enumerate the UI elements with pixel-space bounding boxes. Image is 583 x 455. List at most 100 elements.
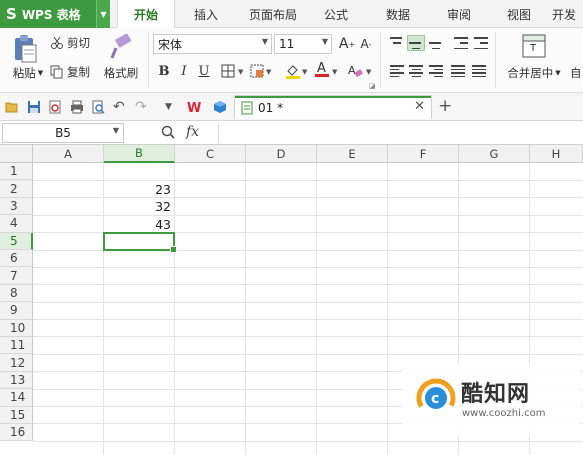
underline-button[interactable]: U <box>195 62 213 80</box>
align-center-icon[interactable] <box>408 64 424 78</box>
zoom-search-icon[interactable] <box>160 124 176 143</box>
italic-button[interactable]: I <box>175 62 193 80</box>
name-box[interactable]: B5 ▼ <box>2 123 124 143</box>
print-icon[interactable] <box>70 100 84 114</box>
new-tab-icon[interactable]: + <box>438 96 452 116</box>
increase-font-size-icon[interactable]: A + <box>338 35 356 53</box>
app-menu-button[interactable]: S WPS 表格 <box>0 0 96 28</box>
row-header-14[interactable]: 14 <box>0 389 33 407</box>
align-bottom-icon[interactable] <box>428 36 444 50</box>
close-icon[interactable]: ✕ <box>414 99 425 114</box>
increase-indent-icon[interactable] <box>473 36 489 50</box>
justify-icon[interactable] <box>450 64 466 78</box>
save-icon[interactable] <box>27 100 41 114</box>
align-middle-icon[interactable] <box>407 35 425 51</box>
auto-wrap-button[interactable]: 自 <box>570 65 583 81</box>
document-tab[interactable]: 01 * ✕ <box>234 95 432 119</box>
font-color-icon[interactable]: A <box>313 60 331 78</box>
bold-button[interactable]: B <box>155 62 173 80</box>
column-header-h[interactable]: H <box>530 145 583 163</box>
export-pdf-icon[interactable] <box>48 100 62 114</box>
clear-format-icon[interactable]: A <box>346 62 364 80</box>
row-header-6[interactable]: 6 <box>0 250 33 268</box>
tab-home[interactable]: 开始 <box>117 0 175 29</box>
distributed-align-icon[interactable] <box>471 64 487 78</box>
row-header-16[interactable]: 16 <box>0 424 33 442</box>
insert-function-button[interactable]: fx <box>186 124 199 140</box>
fill-color-icon[interactable] <box>284 62 302 80</box>
column-header-a[interactable]: A <box>33 145 104 163</box>
grid-line <box>387 163 388 455</box>
row-header-9[interactable]: 9 <box>0 302 33 320</box>
cell-b2[interactable]: 23 <box>104 181 174 198</box>
watermark: c 酷知网 www.coozhi.com <box>402 365 580 435</box>
paste-button[interactable]: 粘贴 ▼ <box>8 65 48 81</box>
cell-b4[interactable]: 43 <box>104 216 174 233</box>
grid-line <box>33 336 583 337</box>
chevron-down-icon[interactable]: ▼ <box>332 68 337 76</box>
font-name-select[interactable]: 宋体 ▼ <box>153 34 272 54</box>
row-header-4[interactable]: 4 <box>0 215 33 233</box>
formula-input[interactable] <box>218 123 583 143</box>
align-top-icon[interactable] <box>389 36 405 50</box>
cut-button[interactable]: 剪切 <box>50 35 98 51</box>
grid-line <box>33 302 583 303</box>
tab-page-layout[interactable]: 页面布局 <box>242 0 304 28</box>
watermark-logo-icon: c <box>416 378 456 418</box>
decrease-indent-icon[interactable] <box>453 36 469 50</box>
row-header-15[interactable]: 15 <box>0 406 33 424</box>
border-icon[interactable] <box>219 62 237 80</box>
row-header-3[interactable]: 3 <box>0 197 33 216</box>
dialog-launcher-icon[interactable]: ◪ <box>369 82 376 90</box>
undo-icon[interactable]: ↶ <box>113 100 127 114</box>
watermark-title: 酷知网 <box>461 382 531 407</box>
tab-view[interactable]: 视图 <box>497 0 541 28</box>
open-folder-icon[interactable] <box>5 100 19 114</box>
column-header-c[interactable]: C <box>175 145 246 163</box>
merge-center-button[interactable]: 合并居中 ▼ <box>501 65 567 81</box>
fill-pattern-icon[interactable] <box>248 62 266 80</box>
decrease-font-size-icon[interactable]: A- <box>357 35 375 53</box>
chevron-down-icon[interactable]: ▼ <box>302 68 307 76</box>
tab-review[interactable]: 审阅 <box>437 0 481 28</box>
row-header-2[interactable]: 2 <box>0 180 33 198</box>
align-right-icon[interactable] <box>428 64 444 78</box>
row-header-12[interactable]: 12 <box>0 354 33 372</box>
tab-developer[interactable]: 开发 <box>552 0 583 28</box>
paste-icon[interactable] <box>12 34 38 64</box>
align-left-icon[interactable] <box>389 64 405 78</box>
app-center-icon[interactable] <box>212 100 226 114</box>
select-all-corner[interactable] <box>0 145 33 163</box>
format-painter-button[interactable]: 格式刷 <box>100 65 142 81</box>
row-header-8[interactable]: 8 <box>0 284 33 303</box>
column-header-f[interactable]: F <box>388 145 459 163</box>
active-cell-b5[interactable] <box>103 232 177 253</box>
customize-toolbar-icon[interactable]: ▼ <box>165 100 179 114</box>
row-header-5[interactable]: 5 <box>0 232 33 250</box>
cell-b3[interactable]: 32 <box>104 198 174 215</box>
format-painter-icon[interactable] <box>108 33 132 60</box>
tab-data[interactable]: 数据 <box>376 0 420 28</box>
column-header-e[interactable]: E <box>317 145 388 163</box>
row-header-11[interactable]: 11 <box>0 337 33 355</box>
tab-formulas[interactable]: 公式 <box>314 0 358 28</box>
tab-insert[interactable]: 插入 <box>180 0 232 28</box>
font-size-select[interactable]: 11 ▼ <box>274 34 332 54</box>
column-header-g[interactable]: G <box>459 145 530 163</box>
copy-button[interactable]: 复制 <box>50 64 98 80</box>
cut-label: 剪切 <box>67 36 90 50</box>
column-header-b[interactable]: B <box>104 145 175 163</box>
chevron-down-icon[interactable]: ▼ <box>266 68 271 76</box>
redo-icon[interactable]: ↷ <box>135 100 149 114</box>
wps-writer-icon[interactable]: W <box>187 100 201 116</box>
app-menu-dropdown-icon[interactable]: ▼ <box>96 0 110 28</box>
row-header-13[interactable]: 13 <box>0 371 33 390</box>
print-preview-icon[interactable] <box>91 100 105 114</box>
column-header-d[interactable]: D <box>246 145 317 163</box>
row-header-7[interactable]: 7 <box>0 267 33 285</box>
row-header-1[interactable]: 1 <box>0 163 33 181</box>
chevron-down-icon[interactable]: ▼ <box>238 68 243 76</box>
row-header-10[interactable]: 10 <box>0 319 33 337</box>
merge-center-icon[interactable]: T <box>522 34 546 58</box>
chevron-down-icon[interactable]: ▼ <box>366 68 371 76</box>
